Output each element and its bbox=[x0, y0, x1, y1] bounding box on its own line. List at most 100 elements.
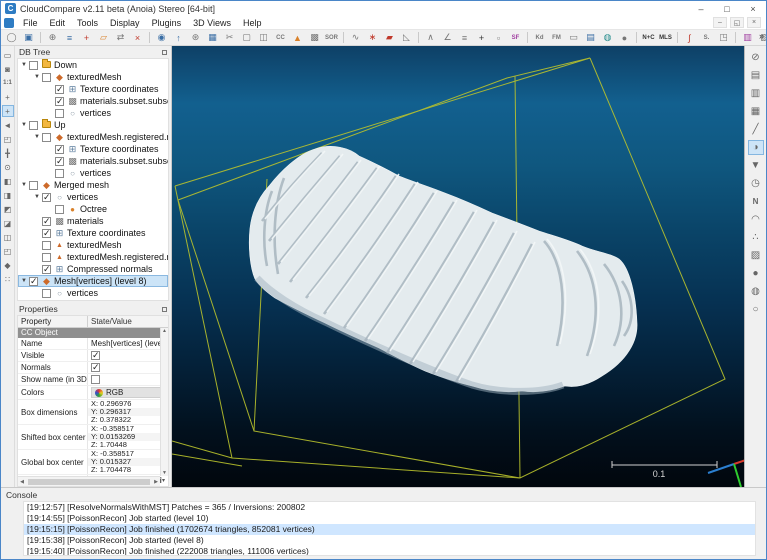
dock-pin-icon[interactable] bbox=[162, 50, 167, 55]
tree-item[interactable]: ▼vertices bbox=[18, 191, 168, 203]
mdi-child-icon[interactable] bbox=[4, 18, 14, 28]
sphere-icon[interactable]: ● bbox=[617, 31, 632, 44]
stereo-dots-icon[interactable]: ∷ bbox=[2, 273, 14, 285]
tree-item[interactable]: materials bbox=[18, 215, 168, 227]
tree-item[interactable]: ▼Up bbox=[18, 119, 168, 131]
image-stereo-icon[interactable]: ▥ bbox=[748, 86, 764, 101]
checkbox[interactable] bbox=[42, 133, 51, 142]
checkbox[interactable] bbox=[29, 277, 38, 286]
maximize-button[interactable]: □ bbox=[714, 1, 740, 16]
expander-icon[interactable]: ▼ bbox=[21, 182, 29, 188]
tree-item[interactable]: vertices bbox=[18, 167, 168, 179]
console-line-selected[interactable]: [19:15:15] [PoissonRecon] Job finished (… bbox=[24, 524, 755, 535]
mdi-close-button[interactable]: × bbox=[747, 17, 761, 28]
monitor-icon[interactable]: ▭ bbox=[2, 49, 14, 61]
view-right-icon[interactable]: ◪ bbox=[2, 217, 14, 229]
pan-icon[interactable]: ╋ bbox=[2, 147, 14, 159]
normals-checkbox[interactable] bbox=[91, 363, 100, 372]
segment-icon[interactable]: ✂ bbox=[222, 31, 237, 44]
curvature-icon[interactable]: ∫ bbox=[682, 31, 697, 44]
noise-bell-icon[interactable]: ▲ bbox=[290, 31, 305, 44]
compute-normals-icon[interactable]: ⊛ bbox=[188, 31, 203, 44]
checkbox[interactable] bbox=[42, 229, 51, 238]
column-property[interactable]: Property bbox=[18, 316, 88, 327]
scroll-up-icon[interactable]: ▲ bbox=[162, 328, 167, 334]
tree-item[interactable]: vertices bbox=[18, 107, 168, 119]
tree-item[interactable]: ▼Merged mesh bbox=[18, 179, 168, 191]
3d-viewport[interactable]: 0.1 bbox=[172, 46, 746, 489]
rasterize-icon[interactable]: ▰ bbox=[382, 31, 397, 44]
export-icon[interactable]: ◳ bbox=[716, 31, 731, 44]
fit-quadric-icon[interactable]: ◺ bbox=[399, 31, 414, 44]
delete-icon[interactable]: × bbox=[130, 31, 145, 44]
menu-help[interactable]: Help bbox=[237, 18, 268, 28]
tree-item[interactable]: ▼Down bbox=[18, 59, 168, 71]
tree-item[interactable]: materials.subset.subset.subset bbox=[18, 95, 168, 107]
tree-item[interactable]: vertices bbox=[18, 287, 168, 299]
vertical-scrollbar[interactable]: ▲▼ bbox=[160, 328, 168, 476]
console-log[interactable]: [19:12:57] [ResolveNormalsWithMST] Patch… bbox=[23, 501, 756, 556]
scrollbar-thumb[interactable] bbox=[28, 479, 150, 485]
showname-checkbox[interactable] bbox=[91, 375, 100, 384]
camera-icon[interactable]: ◙ bbox=[2, 63, 14, 75]
checkbox[interactable] bbox=[29, 121, 38, 130]
shield-icon[interactable]: ▼ bbox=[748, 158, 764, 173]
checkbox[interactable] bbox=[29, 61, 38, 70]
one-to-one-icon[interactable]: 1:1 bbox=[2, 77, 14, 89]
menu-edit[interactable]: Edit bbox=[44, 18, 72, 28]
mdi-restore-button[interactable]: ◱ bbox=[730, 17, 744, 28]
disable-icon[interactable]: ⊘ bbox=[748, 50, 764, 65]
tree-item[interactable]: Texture coordinates bbox=[18, 83, 168, 95]
csf-icon[interactable]: ▭ bbox=[566, 31, 581, 44]
pick-rotation-center-icon[interactable]: + bbox=[2, 105, 14, 117]
animation-icon[interactable]: ▦ bbox=[748, 104, 764, 119]
noise-filter-icon[interactable]: ▩ bbox=[307, 31, 322, 44]
normals-colors-icon[interactable]: N+C bbox=[641, 31, 656, 44]
octree-icon[interactable]: ▦ bbox=[205, 31, 220, 44]
console-line[interactable]: [19:15:40] [PoissonRecon] Job finished (… bbox=[24, 546, 755, 556]
kd-tree-icon[interactable]: Kd bbox=[532, 31, 547, 44]
zoom-global-icon[interactable]: ⊕ bbox=[45, 31, 60, 44]
view-iso-icon[interactable]: ◆ bbox=[2, 259, 14, 271]
view-left-icon[interactable]: ◩ bbox=[2, 203, 14, 215]
checkbox[interactable] bbox=[55, 205, 64, 214]
tree-item[interactable]: Texture coordinates bbox=[18, 143, 168, 155]
tree-item[interactable]: ▼texturedMesh bbox=[18, 71, 168, 83]
checkbox[interactable] bbox=[42, 193, 51, 202]
checkbox[interactable] bbox=[42, 253, 51, 262]
scroll-left-icon[interactable]: ◀ bbox=[18, 479, 26, 485]
fm-icon[interactable]: FM bbox=[549, 31, 564, 44]
mls-icon[interactable]: MLS bbox=[658, 31, 673, 44]
menu-display[interactable]: Display bbox=[104, 18, 146, 28]
minimize-button[interactable]: – bbox=[688, 1, 714, 16]
tree-item[interactable]: Octree bbox=[18, 203, 168, 215]
broom-icon[interactable]: ╱ bbox=[748, 122, 764, 137]
sections-icon[interactable]: ≡ bbox=[457, 31, 472, 44]
point-picking-icon[interactable]: + bbox=[474, 31, 489, 44]
apply-transform-icon[interactable]: ▱ bbox=[96, 31, 111, 44]
dock-pin-icon[interactable] bbox=[162, 307, 167, 312]
fossil-mesh[interactable] bbox=[249, 146, 637, 391]
red-ellipse-icon[interactable]: ○ bbox=[748, 302, 764, 317]
dome-icon[interactable]: ◠ bbox=[748, 212, 764, 227]
tree-item[interactable]: ▼texturedMesh.registered.registered bbox=[18, 131, 168, 143]
close-button[interactable]: × bbox=[740, 1, 766, 16]
checkbox[interactable] bbox=[55, 85, 64, 94]
menu-3d-views[interactable]: 3D Views bbox=[187, 18, 237, 28]
tree-item[interactable]: Compressed normals bbox=[18, 263, 168, 275]
normal-n-icon[interactable]: N bbox=[748, 194, 764, 209]
globe-icon[interactable]: ◍ bbox=[600, 31, 615, 44]
terrain-icon[interactable]: ∧ bbox=[423, 31, 438, 44]
expander-icon[interactable]: ▼ bbox=[34, 134, 42, 140]
crosshair-icon[interactable]: + bbox=[2, 91, 14, 103]
expander-icon[interactable]: ▼ bbox=[21, 62, 29, 68]
register-icon[interactable]: ◉ bbox=[154, 31, 169, 44]
checkbox[interactable] bbox=[42, 73, 51, 82]
tree-item[interactable]: Texture coordinates bbox=[18, 227, 168, 239]
compass-icon[interactable]: ◑ bbox=[748, 140, 764, 155]
view-top-icon[interactable]: ◫ bbox=[2, 231, 14, 243]
scalar-stat-icon[interactable]: S. bbox=[699, 31, 714, 44]
ransac-icon[interactable]: ▥ bbox=[740, 31, 755, 44]
align-icon[interactable]: ⇄ bbox=[113, 31, 128, 44]
checkbox[interactable] bbox=[55, 109, 64, 118]
